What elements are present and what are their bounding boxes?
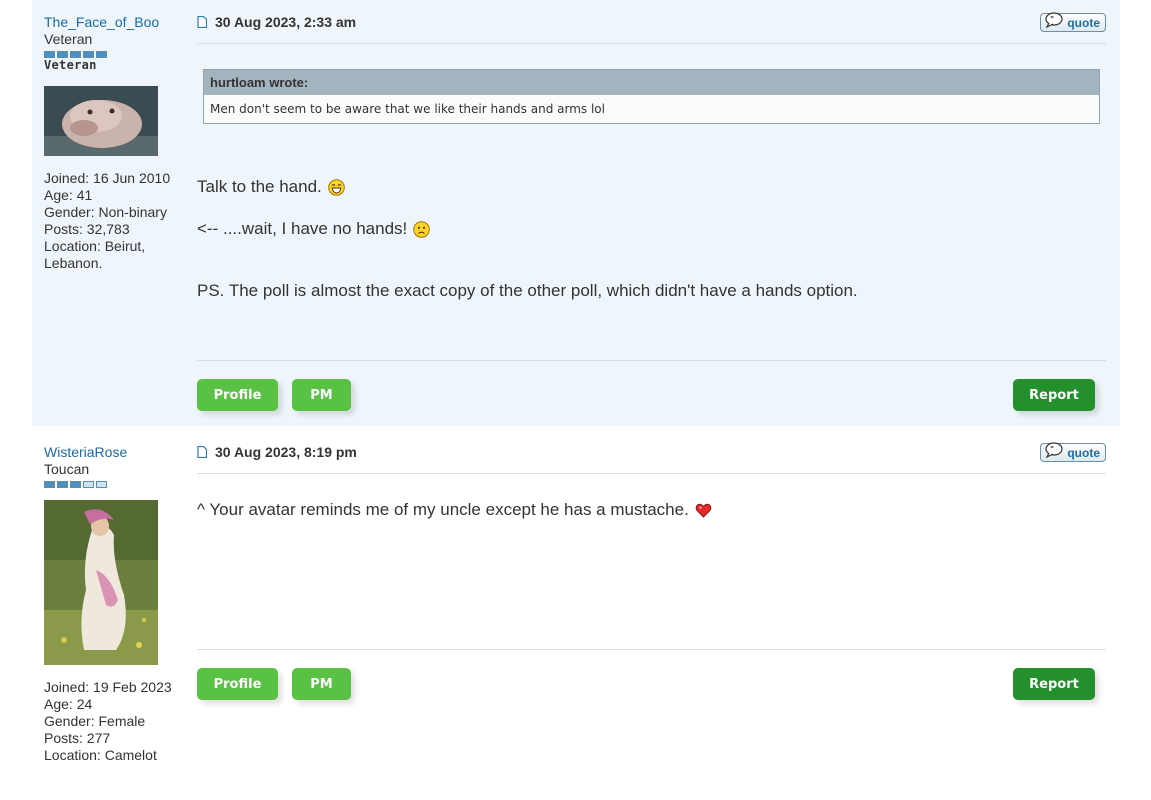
gender: Gender: Female	[44, 713, 146, 729]
post-line: ^ Your avatar reminds me of my uncle exc…	[197, 499, 1106, 521]
quote-button[interactable]: " quote	[1040, 12, 1106, 32]
post-2: WisteriaRose Toucan Joined: 19 Feb 2023 …	[32, 430, 1120, 800]
avatar[interactable]	[44, 86, 158, 156]
rank-pip	[96, 51, 107, 58]
post-author-profile: WisteriaRose Toucan Joined: 19 Feb 2023 …	[44, 444, 184, 764]
author-details: Joined: 16 Jun 2010 Age: 41 Gender: Non-…	[44, 170, 184, 272]
rank-pip	[70, 51, 81, 58]
age: Age: 41	[44, 187, 93, 203]
post-date-text: 30 Aug 2023, 8:19 pm	[215, 444, 357, 460]
rank-title: Veteran	[44, 31, 93, 47]
post-content: Talk to the hand. <-- ....wait, I have n…	[197, 176, 1106, 302]
post-count: Posts: 277	[44, 730, 111, 746]
post-text: <-- ....wait, I have no hands!	[197, 219, 408, 238]
quote-button-label: quote	[1067, 15, 1100, 30]
quote-bubble-icon: "	[1045, 442, 1063, 458]
sad-smiley-icon	[413, 220, 431, 238]
quote-button[interactable]: " quote	[1040, 442, 1106, 462]
location: Location: Camelot	[44, 747, 157, 763]
quote-button-label: quote	[1067, 445, 1100, 460]
username-link[interactable]: The_Face_of_Boo	[44, 14, 184, 30]
joined-date: Joined: 16 Jun 2010	[44, 170, 171, 186]
post-footer: Profile PM Report	[197, 360, 1106, 411]
rank-pip	[70, 481, 81, 488]
gender: Gender: Non-binary	[44, 204, 167, 220]
laughing-smiley-icon	[327, 178, 345, 196]
age: Age: 24	[44, 696, 93, 712]
post-author-profile: The_Face_of_Boo Veteran Veteran Joined: …	[44, 14, 184, 272]
rank-pip	[83, 481, 94, 488]
post-line: <-- ....wait, I have no hands!	[197, 218, 1106, 240]
rank-pips	[44, 481, 184, 488]
quote-author: hurtloam wrote:	[204, 70, 1099, 95]
profile-button[interactable]: Profile	[197, 379, 278, 411]
post-date: 30 Aug 2023, 2:33 am	[197, 14, 356, 30]
report-button[interactable]: Report	[1013, 379, 1095, 411]
joined-date: Joined: 19 Feb 2023	[44, 679, 172, 695]
avatar[interactable]	[44, 500, 158, 665]
quote-block: hurtloam wrote: Men don't seem to be awa…	[203, 69, 1100, 124]
location: Location: Beirut,	[44, 238, 146, 254]
post-body: 30 Aug 2023, 2:33 am " quote hurtloam wr…	[197, 0, 1106, 411]
svg-text:": "	[1050, 445, 1054, 454]
post-date-text: 30 Aug 2023, 2:33 am	[215, 14, 357, 30]
post-line: Talk to the hand.	[197, 176, 1106, 198]
rank-image: Veteran	[44, 58, 97, 72]
rank-pip	[83, 51, 94, 58]
post-link-icon[interactable]	[197, 446, 207, 458]
quote-text: Men don't seem to be aware that we like …	[210, 102, 605, 116]
rank-pip	[96, 481, 107, 488]
pm-button[interactable]: PM	[292, 668, 351, 700]
post-content: ^ Your avatar reminds me of my uncle exc…	[197, 499, 1106, 521]
post-text: PS. The poll is almost the exact copy of…	[197, 281, 858, 300]
post-count: Posts: 32,783	[44, 221, 130, 237]
report-button[interactable]: Report	[1013, 668, 1095, 700]
author-details: Joined: 19 Feb 2023 Age: 24 Gender: Fema…	[44, 679, 184, 764]
svg-text:": "	[1050, 15, 1054, 24]
post-text: ^ Your avatar reminds me of my uncle exc…	[197, 500, 689, 519]
rank-pip	[57, 51, 68, 58]
post-line: PS. The poll is almost the exact copy of…	[197, 280, 1106, 302]
post-footer: Profile PM Report	[197, 649, 1106, 700]
rank-pips	[44, 51, 184, 58]
profile-button[interactable]: Profile	[197, 668, 278, 700]
rank-title: Toucan	[44, 461, 90, 477]
username-link[interactable]: WisteriaRose	[44, 444, 184, 460]
post-header: 30 Aug 2023, 8:19 pm " quote	[197, 430, 1106, 474]
post-date: 30 Aug 2023, 8:19 pm	[197, 444, 357, 460]
post-1: The_Face_of_Boo Veteran Veteran Joined: …	[32, 0, 1120, 426]
post-link-icon[interactable]	[197, 16, 207, 28]
post-header: 30 Aug 2023, 2:33 am " quote	[197, 0, 1106, 44]
rank-pip	[44, 51, 55, 58]
heart-icon	[695, 503, 712, 518]
pm-button[interactable]: PM	[292, 379, 351, 411]
rank-pip	[57, 481, 68, 488]
location-continued: Lebanon.	[44, 255, 103, 271]
post-text: Talk to the hand.	[197, 177, 322, 196]
rank-pip	[44, 481, 55, 488]
quote-bubble-icon: "	[1045, 12, 1063, 28]
post-body: 30 Aug 2023, 8:19 pm " quote ^ Your avat…	[197, 430, 1106, 700]
